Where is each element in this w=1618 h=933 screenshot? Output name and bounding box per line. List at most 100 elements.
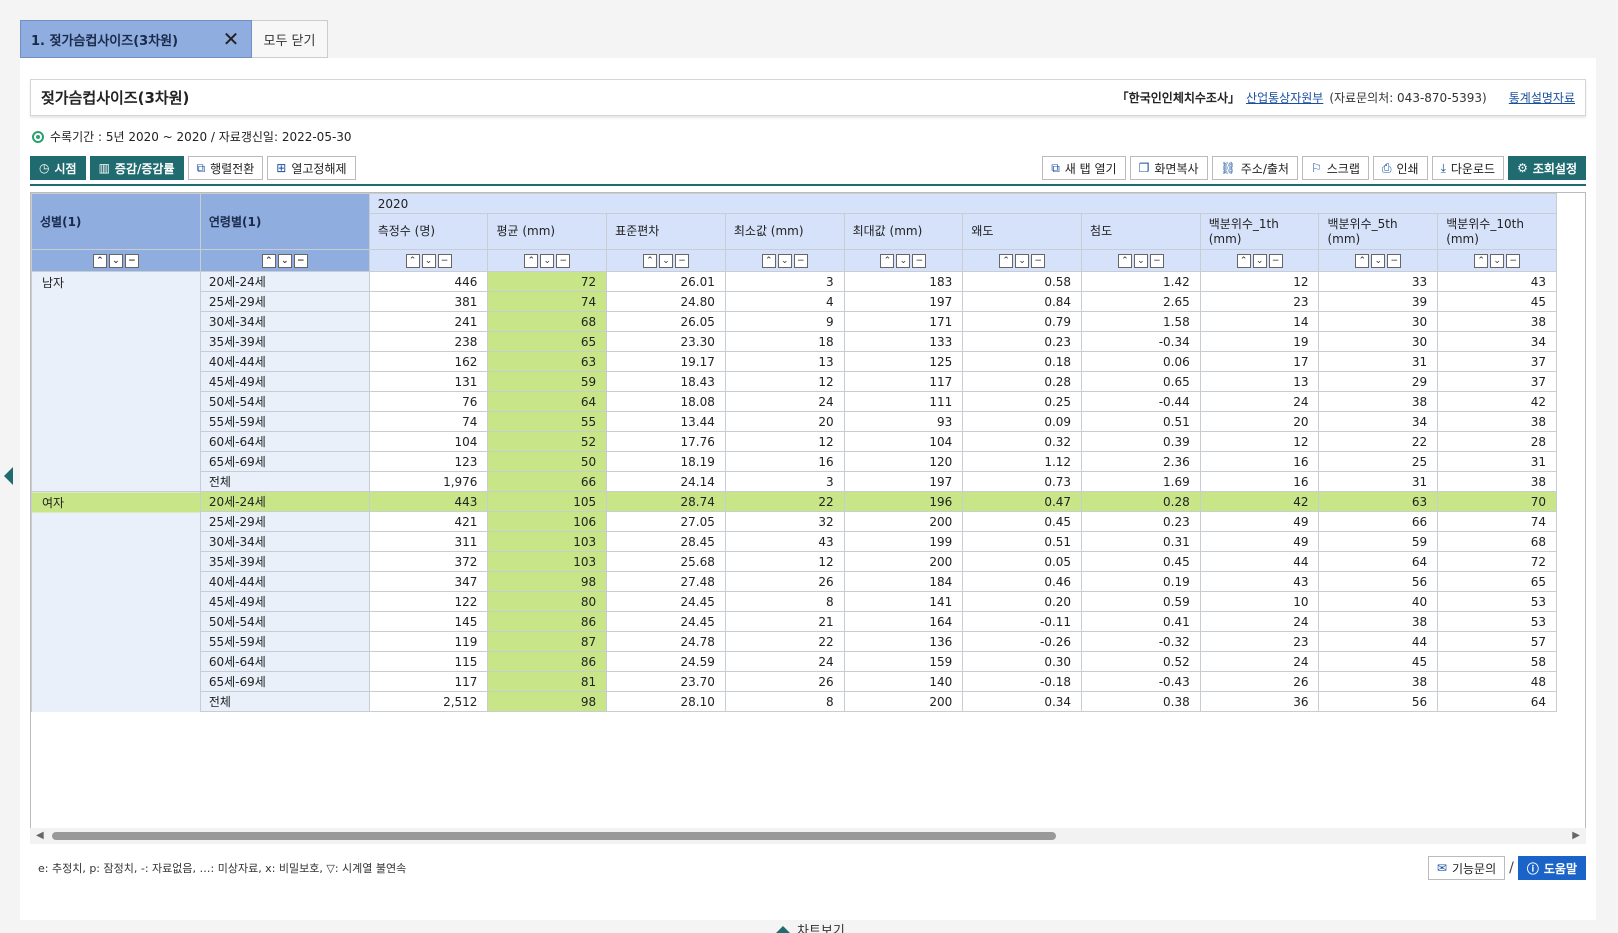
data-cell[interactable]: 86	[487, 651, 608, 672]
data-cell[interactable]: 19.17	[606, 351, 726, 372]
data-cell[interactable]: 23	[1199, 291, 1320, 312]
data-cell[interactable]: 65	[1437, 571, 1557, 592]
data-cell[interactable]: 1.58	[1081, 311, 1201, 332]
data-cell[interactable]: 162	[368, 351, 489, 372]
data-cell[interactable]: 38	[1318, 671, 1439, 692]
tab-current[interactable]: 1. 젖가슴컵사이즈(3차원) ✕	[20, 20, 252, 58]
data-cell[interactable]: 0.58	[962, 271, 1083, 292]
sort-desc-icon[interactable]: ⌄	[540, 253, 555, 268]
data-cell[interactable]: 0.79	[962, 311, 1083, 332]
column-header[interactable]: 최소값 (mm)	[724, 213, 845, 250]
data-cell[interactable]: 2,512	[368, 691, 489, 712]
new-tab-button[interactable]: ⧉ 새 탭 열기	[1042, 156, 1126, 180]
collapse-icon[interactable]: −	[1506, 253, 1521, 268]
data-cell[interactable]: 23	[1199, 631, 1320, 652]
data-cell[interactable]: 37	[1437, 351, 1557, 372]
data-cell[interactable]: 120	[843, 451, 964, 472]
data-cell[interactable]: 30	[1318, 331, 1439, 352]
sort-desc-icon[interactable]: ⌄	[1252, 253, 1267, 268]
data-cell[interactable]: 39	[1318, 291, 1439, 312]
data-cell[interactable]: 26.05	[606, 311, 726, 332]
data-cell[interactable]: 0.09	[962, 411, 1083, 432]
help-button[interactable]: ⓘ 도움말	[1517, 856, 1586, 880]
data-cell[interactable]: 159	[843, 651, 964, 672]
data-cell[interactable]: -0.32	[1081, 631, 1201, 652]
data-cell[interactable]: 49	[1199, 531, 1320, 552]
data-cell[interactable]: 105	[487, 491, 608, 512]
data-cell[interactable]: 9	[724, 311, 845, 332]
sort-desc-icon[interactable]: ⌄	[777, 253, 792, 268]
data-cell[interactable]: 24	[1199, 611, 1320, 632]
data-cell[interactable]: 119	[368, 631, 489, 652]
data-cell[interactable]: 63	[1318, 491, 1439, 512]
sort-desc-icon[interactable]: ⌄	[1015, 253, 1030, 268]
data-cell[interactable]: 183	[843, 271, 964, 292]
data-cell[interactable]: 24.45	[606, 591, 726, 612]
data-cell[interactable]: 32	[724, 511, 845, 532]
data-cell[interactable]: 34	[1437, 331, 1557, 352]
sort-desc-icon[interactable]: ⌄	[1490, 253, 1505, 268]
data-cell[interactable]: -0.18	[962, 671, 1083, 692]
data-cell[interactable]: 18.19	[606, 451, 726, 472]
data-cell[interactable]: 28.10	[606, 691, 726, 712]
data-cell[interactable]: 1.42	[1081, 271, 1201, 292]
data-cell[interactable]: 17.76	[606, 431, 726, 452]
data-cell[interactable]: 80	[487, 591, 608, 612]
unfreeze-button[interactable]: ⊞ 열고정해제	[267, 156, 356, 180]
column-header[interactable]: 표준편차	[606, 213, 726, 250]
collapse-icon[interactable]: −	[1387, 253, 1402, 268]
inquiry-button[interactable]: ✉ 기능문의	[1427, 856, 1506, 880]
data-cell[interactable]: 117	[843, 371, 964, 392]
data-cell[interactable]: 31	[1318, 471, 1439, 492]
data-cell[interactable]: 241	[368, 311, 489, 332]
data-cell[interactable]: 117	[368, 671, 489, 692]
data-cell[interactable]: 68	[1437, 531, 1557, 552]
data-cell[interactable]: 446	[368, 271, 489, 292]
collapse-icon[interactable]: −	[793, 253, 808, 268]
data-cell[interactable]: 43	[724, 531, 845, 552]
data-cell[interactable]: 0.23	[1081, 511, 1201, 532]
time-button[interactable]: ◷ 시점	[30, 156, 86, 180]
data-cell[interactable]: 63	[487, 351, 608, 372]
data-cell[interactable]: 24	[724, 651, 845, 672]
sort-desc-icon[interactable]: ⌄	[659, 253, 674, 268]
sort-asc-icon[interactable]: ⌃	[1117, 253, 1132, 268]
data-cell[interactable]: 197	[843, 291, 964, 312]
data-cell[interactable]: 30	[1318, 311, 1439, 332]
data-cell[interactable]: 55	[487, 411, 608, 432]
data-cell[interactable]: 70	[1437, 491, 1557, 512]
column-header[interactable]: 첨도	[1081, 213, 1201, 250]
data-cell[interactable]: 72	[487, 271, 608, 292]
sort-asc-icon[interactable]: ⌃	[1355, 253, 1370, 268]
data-cell[interactable]: 38	[1318, 391, 1439, 412]
data-cell[interactable]: -0.34	[1081, 331, 1201, 352]
column-header[interactable]: 평균 (mm)	[487, 213, 608, 250]
scrap-button[interactable]: ⚐ 스크랩	[1301, 156, 1369, 180]
data-cell[interactable]: 24	[724, 391, 845, 412]
data-cell[interactable]: 21	[724, 611, 845, 632]
data-cell[interactable]: 111	[843, 391, 964, 412]
data-cell[interactable]: 38	[1318, 611, 1439, 632]
data-cell[interactable]: 24.80	[606, 291, 726, 312]
data-cell[interactable]: 58	[1437, 651, 1557, 672]
data-cell[interactable]: 37	[1437, 371, 1557, 392]
dim-header-sex[interactable]: 성별(1)	[31, 193, 201, 250]
collapse-icon[interactable]: −	[437, 253, 452, 268]
data-cell[interactable]: 53	[1437, 611, 1557, 632]
data-cell[interactable]: -0.26	[962, 631, 1083, 652]
data-cell[interactable]: 68	[487, 311, 608, 332]
sort-asc-icon[interactable]: ⌃	[261, 253, 276, 268]
data-cell[interactable]: -0.43	[1081, 671, 1201, 692]
close-all-tab[interactable]: 모두 닫기	[252, 20, 328, 58]
data-cell[interactable]: 0.38	[1081, 691, 1201, 712]
data-cell[interactable]: 98	[487, 691, 608, 712]
data-cell[interactable]: 0.32	[962, 431, 1083, 452]
data-cell[interactable]: 27.05	[606, 511, 726, 532]
data-cell[interactable]: 13	[724, 351, 845, 372]
data-cell[interactable]: 125	[843, 351, 964, 372]
data-cell[interactable]: 43	[1437, 271, 1557, 292]
query-settings-button[interactable]: ⚙ 조회설정	[1508, 156, 1586, 180]
data-cell[interactable]: 104	[368, 431, 489, 452]
data-cell[interactable]: 22	[1318, 431, 1439, 452]
sort-asc-icon[interactable]: ⌃	[999, 253, 1014, 268]
